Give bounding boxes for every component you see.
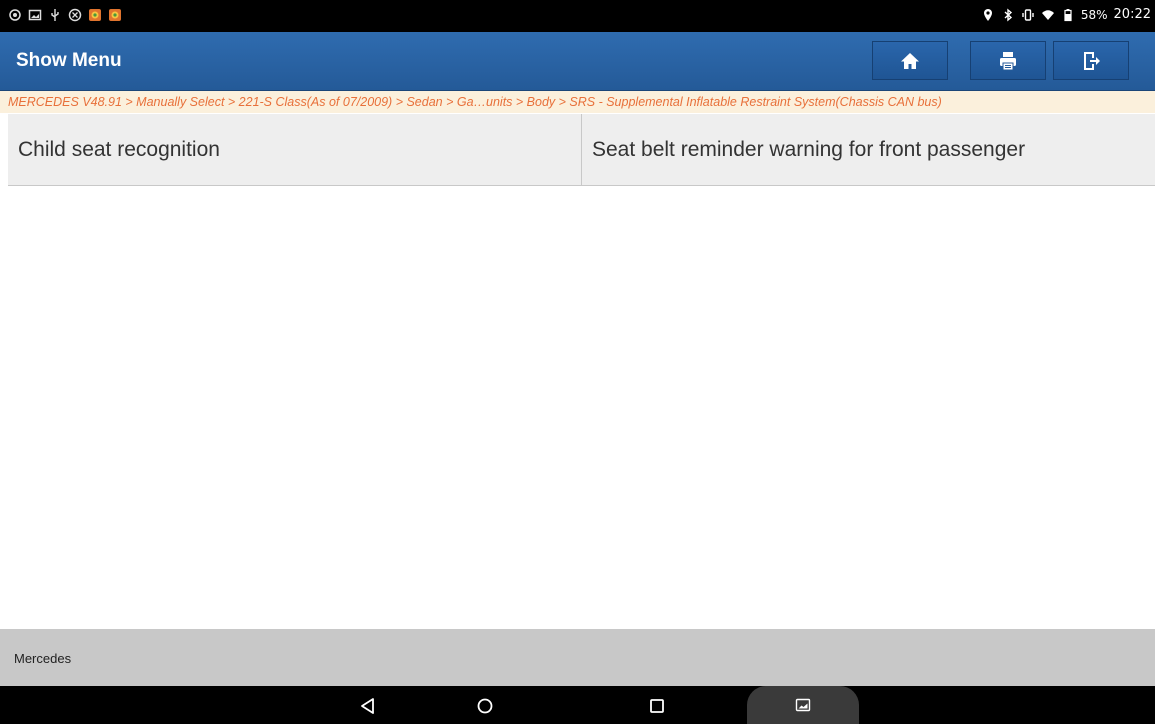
app-header: Show Menu [0,32,1155,91]
footer-bar: Mercedes [0,629,1155,686]
recents-button[interactable] [646,695,668,717]
status-notification-icons [8,8,122,22]
status-bar: 58% 20:22 [0,0,1155,32]
home-nav-button[interactable] [474,695,496,717]
location-icon [981,8,995,22]
function-menu: Child seat recognition Seat belt reminde… [8,114,1155,186]
menu-item-child-seat-recognition[interactable]: Child seat recognition [8,114,582,186]
camera-icon [8,8,22,22]
app-icon [108,8,122,22]
back-button[interactable] [357,695,379,717]
clock: 20:22 [1113,7,1151,22]
square-recents-icon [646,695,668,717]
vibrate-icon [1021,8,1035,22]
print-button[interactable] [970,41,1046,80]
gallery-icon [28,8,42,22]
home-button[interactable] [872,41,948,80]
battery-icon [1061,8,1075,22]
exit-icon [1080,50,1102,72]
breadcrumb: MERCEDES V48.91 > Manually Select > 221-… [0,91,1155,113]
battery-percent: 58% [1080,7,1108,22]
screenshot-icon [795,697,811,713]
exit-button[interactable] [1053,41,1129,80]
back-icon [357,695,379,717]
menu-item-seat-belt-reminder[interactable]: Seat belt reminder warning for front pas… [582,114,1155,186]
wifi-icon [1041,8,1055,22]
page-title: Show Menu [16,50,122,71]
footer-brand-label: Mercedes [14,651,72,666]
navigation-bar [0,686,1155,724]
menu-item-label: Child seat recognition [18,137,220,161]
circle-home-icon [474,695,496,717]
screenshot-button[interactable] [747,686,859,724]
bluetooth-icon [1001,8,1015,22]
app-icon [88,8,102,22]
menu-item-label: Seat belt reminder warning for front pas… [592,137,1026,161]
printer-icon [997,50,1019,72]
home-icon [899,50,921,72]
status-system-icons: 58% 20:22 [981,7,1151,22]
settings-icon [68,8,82,22]
usb-icon [48,8,62,22]
